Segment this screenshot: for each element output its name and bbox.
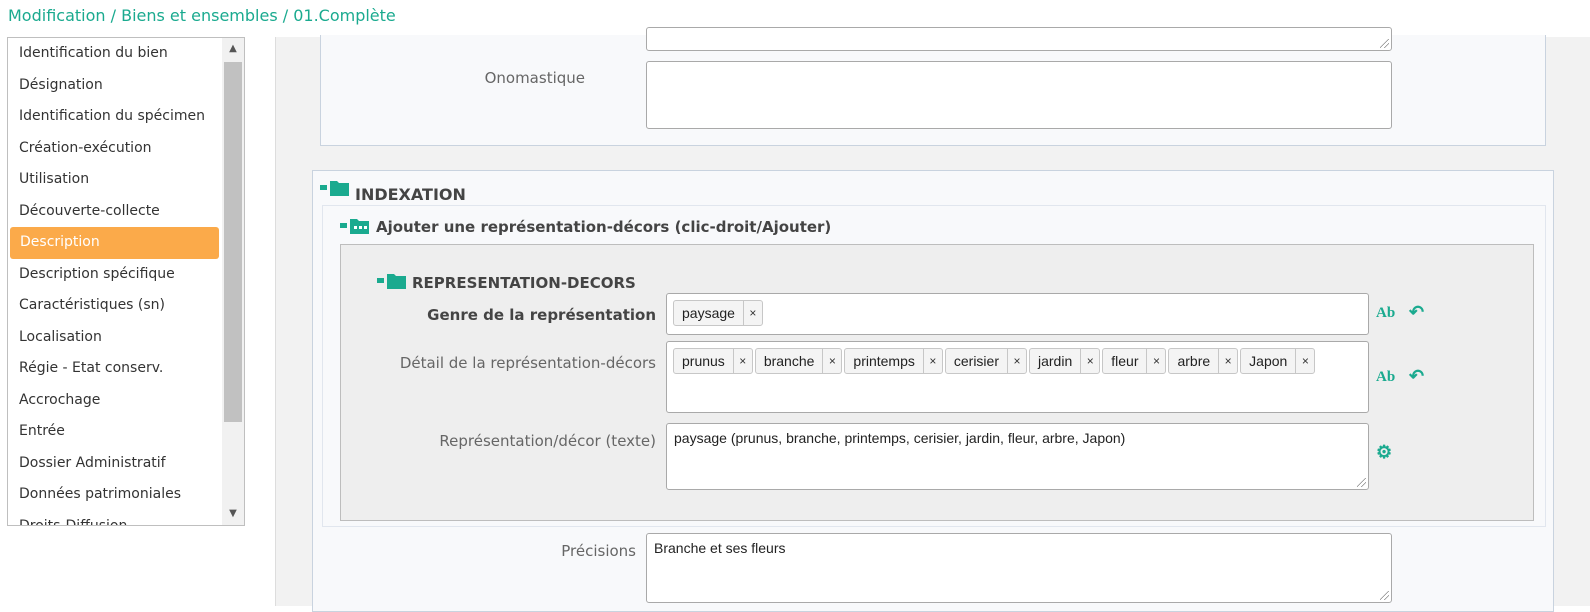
sidebar-item[interactable]: Identification du bien (9, 38, 209, 70)
detail-tag-field[interactable]: prunus × branche × printemps × cerisier × jardin… (666, 341, 1369, 413)
sidebar-scrollbar[interactable]: ▲ ▼ (222, 38, 244, 525)
indexation-title: INDEXATION (355, 185, 466, 204)
representation-decors-title: REPRESENTATION-DECORS (412, 274, 636, 292)
main-form: Onomastique INDEXATION Ajouter une repré… (275, 27, 1590, 612)
tag-chip: arbre × (1168, 348, 1239, 374)
sidebar-item[interactable]: Création-exécution (9, 133, 209, 165)
folder-open-icon[interactable] (377, 272, 407, 290)
add-representation-title[interactable]: Ajouter une représentation-décors (clic-… (376, 218, 831, 236)
sidebar-item[interactable]: Données patrimoniales (9, 479, 209, 511)
precisions-label: Précisions (561, 542, 636, 560)
texte-textarea[interactable]: paysage (prunus, branche, printemps, cer… (666, 423, 1369, 490)
texte-value: paysage (prunus, branche, printemps, cer… (674, 430, 1126, 446)
tag-label: fleur (1111, 353, 1139, 369)
folder-open-icon[interactable] (320, 179, 350, 197)
resize-grip-icon[interactable] (1380, 591, 1389, 600)
scroll-down-arrow-icon[interactable]: ▼ (222, 503, 244, 525)
tag-remove-icon[interactable]: × (1146, 349, 1165, 373)
tag-label: jardin (1038, 353, 1073, 369)
previous-textarea[interactable] (646, 27, 1392, 51)
text-format-icon[interactable]: Ab (1376, 369, 1395, 386)
sidebar-item[interactable]: Dossier Administratif (9, 448, 209, 480)
tag-label: paysage (682, 305, 735, 321)
tag-label: arbre (1177, 353, 1211, 369)
sidebar-item[interactable]: Caractéristiques (sn) (9, 290, 209, 322)
resize-grip-icon[interactable] (1380, 39, 1389, 48)
genre-label: Genre de la représentation (427, 306, 656, 324)
sidebar-item[interactable]: Description (10, 227, 219, 259)
sidebar-item[interactable]: Découverte-collecte (9, 196, 209, 228)
resize-grip-icon[interactable] (1357, 478, 1366, 487)
tag-remove-icon[interactable]: × (1080, 349, 1099, 373)
precisions-value: Branche et ses fleurs (654, 540, 786, 556)
tag-chip: printemps × (844, 348, 943, 374)
folder-add-icon[interactable] (340, 217, 370, 235)
sidebar-item[interactable]: Droits-Diffusion (9, 511, 209, 526)
tag-remove-icon[interactable]: × (922, 349, 942, 373)
undo-icon[interactable]: ↶ (1409, 302, 1424, 323)
tag-label: printemps (853, 353, 915, 369)
tag-label: branche (763, 353, 815, 369)
tag-chip: jardin × (1029, 348, 1101, 374)
gear-icon[interactable]: ⚙ (1376, 442, 1392, 463)
sidebar-item[interactable]: Utilisation (9, 164, 209, 196)
tag-label: prunus (682, 353, 725, 369)
tag-chip: branche × (754, 348, 843, 374)
sidebar-item[interactable]: Localisation (9, 322, 209, 354)
tag-label: Japon (1249, 353, 1288, 369)
undo-icon[interactable]: ↶ (1409, 366, 1424, 387)
sidebar-item[interactable]: Désignation (9, 70, 209, 102)
sidebar-item[interactable]: Identification du spécimen (9, 101, 209, 133)
tag-chip: cerisier × (944, 348, 1027, 374)
onomastique-textarea[interactable] (646, 61, 1392, 129)
tag-chip: Japon × (1240, 348, 1316, 374)
tag-chip: paysage × (673, 300, 763, 326)
sidebar-item[interactable]: Régie - Etat conserv. (9, 353, 209, 385)
section-list: Identification du bien Désignation Identif… (7, 37, 245, 526)
tag-remove-icon[interactable]: × (1218, 349, 1237, 373)
tag-remove-icon[interactable]: × (742, 301, 762, 325)
tag-remove-icon[interactable]: × (822, 349, 841, 373)
tag-remove-icon[interactable]: × (1007, 349, 1026, 373)
sidebar-item[interactable]: Accrochage (9, 385, 209, 417)
tag-remove-icon[interactable]: × (1295, 349, 1314, 373)
scroll-up-arrow-icon[interactable]: ▲ (222, 38, 244, 60)
tag-chip: fleur × (1102, 348, 1167, 374)
tag-remove-icon[interactable]: × (732, 349, 752, 373)
sidebar-item[interactable]: Entrée (9, 416, 209, 448)
description-box: Onomastique (320, 27, 1546, 146)
onomastique-label: Onomastique (484, 69, 585, 87)
tag-chip: prunus × (673, 348, 753, 374)
genre-tag-field[interactable]: paysage × (666, 293, 1369, 335)
scroll-thumb[interactable] (224, 62, 242, 422)
tag-label: cerisier (953, 353, 999, 369)
detail-label: Détail de la représentation-décors (399, 354, 656, 372)
sidebar-item[interactable]: Description spécifique (9, 259, 209, 291)
breadcrumb: Modification / Biens et ensembles / 01.C… (8, 6, 396, 25)
texte-label: Représentation/décor (texte) (439, 432, 656, 450)
text-format-icon[interactable]: Ab (1376, 305, 1395, 322)
precisions-textarea[interactable]: Branche et ses fleurs (646, 533, 1392, 603)
